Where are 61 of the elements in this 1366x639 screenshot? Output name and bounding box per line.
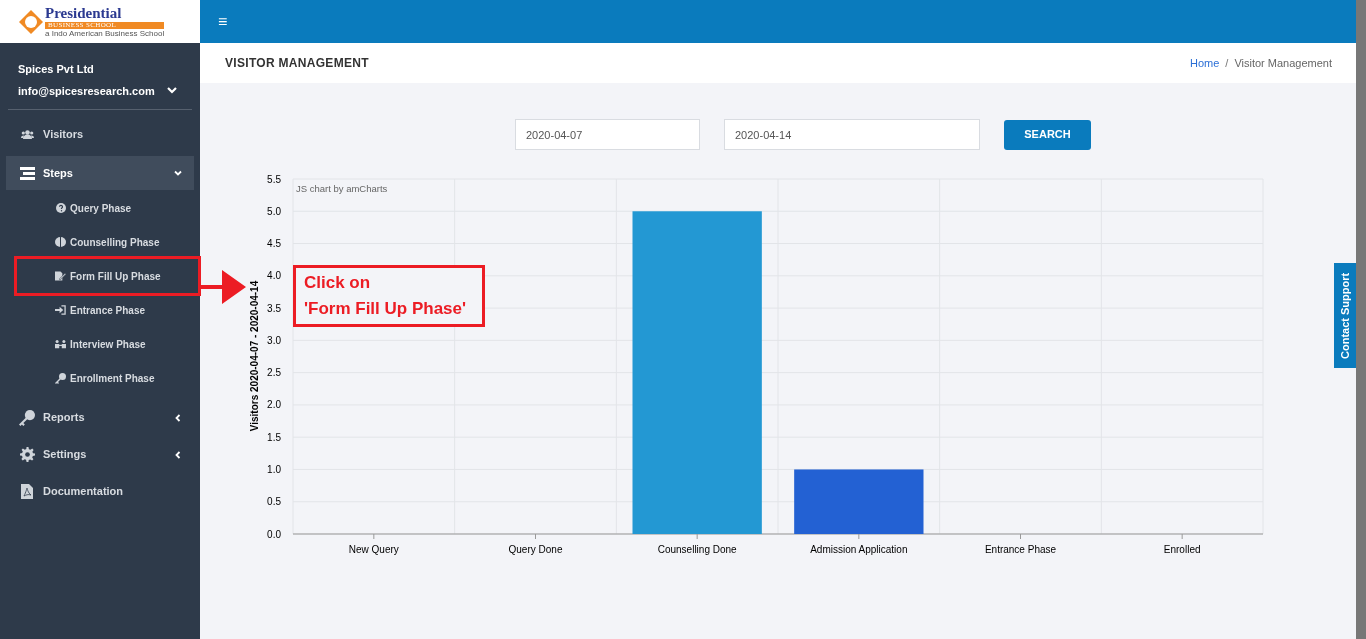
y-tick-label: 4.5 <box>267 238 281 250</box>
x-tick-label: Entrance Phase <box>984 544 1057 555</box>
y-tick-label: 1.5 <box>267 431 281 443</box>
y-tick-label: 0.5 <box>267 496 281 508</box>
sidebar-item[interactable]: Settings <box>6 436 194 473</box>
date-field[interactable]: 2020-04-07 <box>515 119 700 150</box>
sidebar-subitem[interactable]: Entrance Phase <box>0 293 200 327</box>
sidebar-subitem[interactable]: Counselling Phase <box>0 225 200 259</box>
y-tick-label: 4.0 <box>267 270 281 282</box>
logo-tagline: a Indo American Business School <box>45 29 165 38</box>
y-tick-label: 3.5 <box>267 302 281 314</box>
y-tick-label: 3.0 <box>267 334 281 346</box>
y-axis-title: Visitors 2020-04-07 - 2020-04-14 <box>249 280 260 432</box>
sign-in-icon <box>55 305 66 315</box>
x-tick-label: New Query <box>348 544 399 555</box>
x-tick-label: Query Done <box>508 544 563 555</box>
user-name: Spices Pvt Ltd <box>18 62 95 77</box>
pdf-file-icon <box>21 484 33 499</box>
y-tick-label: 0.0 <box>267 528 281 540</box>
people-icon <box>55 339 66 349</box>
settings-icon <box>19 447 35 462</box>
logo-name: Presidential <box>45 5 123 21</box>
sidebar-subitem[interactable]: Enrollment Phase <box>0 361 200 395</box>
x-tick-label: Admission Application <box>810 544 908 555</box>
question-icon <box>55 203 66 213</box>
x-tick-label: Counselling Done <box>657 544 737 555</box>
user-email: info@spicesresearch.com <box>18 83 155 99</box>
breadcrumb-link[interactable]: Home <box>1189 54 1220 72</box>
arrow <box>200 270 246 304</box>
scrollbar[interactable] <box>1356 0 1366 639</box>
logo-icon <box>18 8 44 35</box>
sidebar-item[interactable]: Reports <box>6 399 194 436</box>
y-tick-label: 2.0 <box>267 399 281 411</box>
sidebar-subitem[interactable]: Interview Phase <box>0 327 200 361</box>
form-edit-icon <box>55 271 66 281</box>
chevron-down-icon[interactable] <box>166 87 177 95</box>
page-title: VISITOR MANAGEMENT <box>225 55 369 72</box>
list-icon <box>19 166 35 180</box>
users-icon <box>20 130 34 139</box>
y-tick-label: 2.5 <box>267 367 281 379</box>
key-icon <box>55 372 66 384</box>
sidebar-item[interactable]: Documentation <box>6 473 194 510</box>
contact-support-tab[interactable]: Contact Support <box>1334 263 1356 368</box>
brain-icon <box>55 237 66 247</box>
sidebar-item[interactable]: Steps <box>6 156 194 190</box>
breadcrumb-separator: / <box>1225 55 1229 71</box>
search-button[interactable]: SEARCH <box>1004 119 1091 150</box>
key-icon <box>19 409 35 426</box>
y-tick-label: 1.0 <box>267 463 281 475</box>
chart-credit[interactable]: JS chart by amCharts <box>296 183 388 194</box>
callout-text: 'Form Fill Up Phase' <box>304 298 468 320</box>
y-tick-label: 5.0 <box>267 205 281 217</box>
menu-icon[interactable]: ≡ <box>218 13 228 30</box>
sidebar-subitem[interactable]: Query Phase <box>0 191 200 225</box>
y-tick-label: 5.5 <box>267 173 281 185</box>
breadcrumb-current: Visitor Management <box>1234 55 1332 71</box>
callout-text: Click on <box>304 272 372 294</box>
date-field[interactable]: 2020-04-14 <box>724 119 980 150</box>
sidebar-item[interactable]: Visitors <box>6 116 194 153</box>
sidebar-subitem[interactable]: Form Fill Up Phase <box>0 259 200 293</box>
x-tick-label: Enrolled <box>1163 544 1201 555</box>
